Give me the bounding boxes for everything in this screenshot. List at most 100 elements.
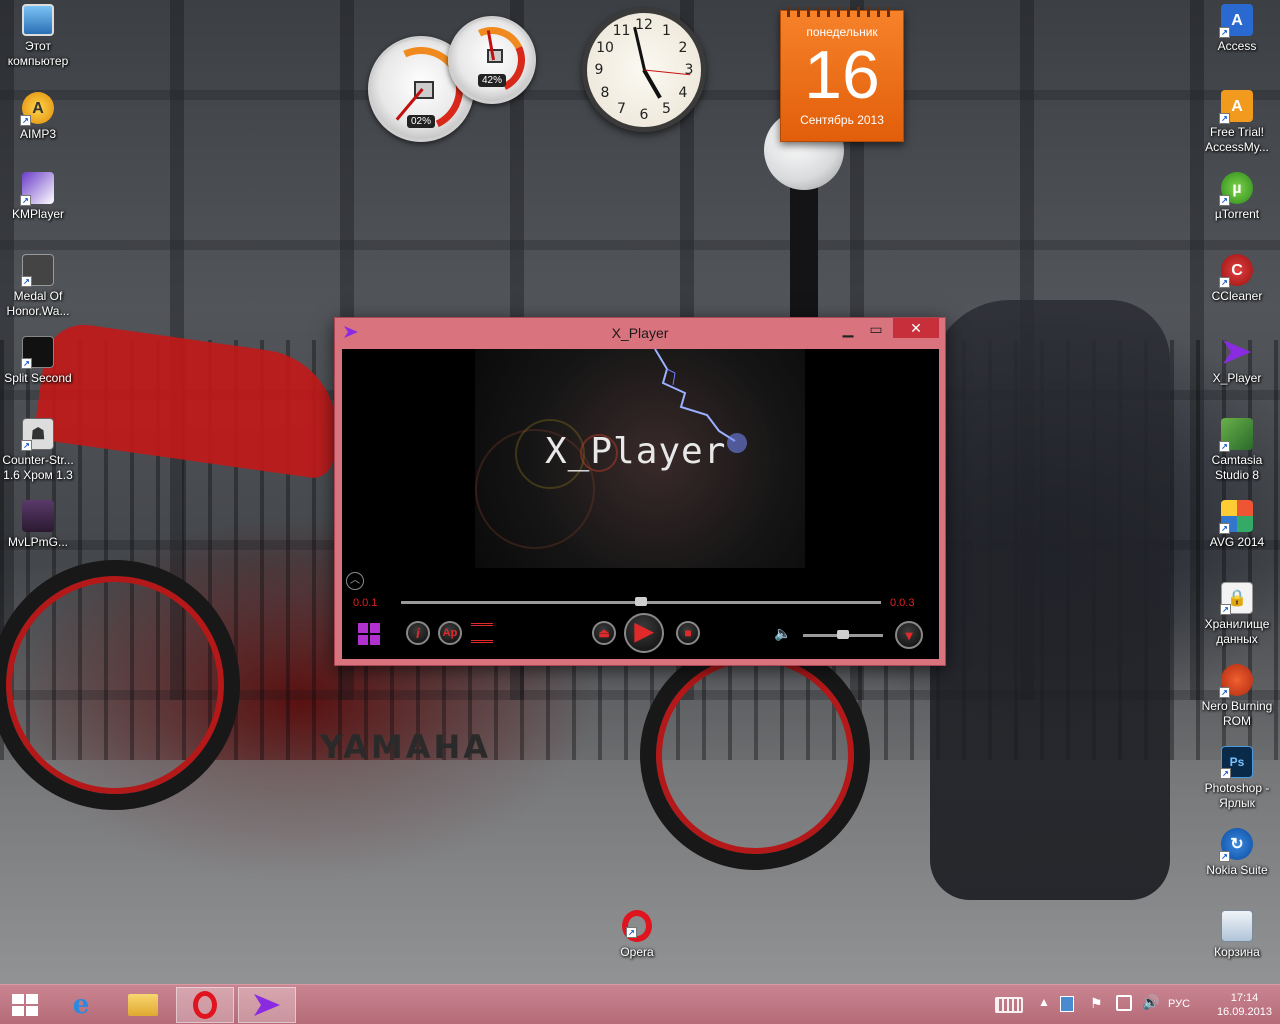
avg-icon: ↗ <box>1219 500 1253 534</box>
desktop-icon-nero[interactable]: ↗ Nero Burning ROM <box>1199 664 1275 729</box>
camtasia-icon: ↗ <box>1219 418 1253 452</box>
play-button[interactable]: ▶ <box>624 613 664 653</box>
desktop-icon-camtasia[interactable]: ↗ Camtasia Studio 8 <box>1199 418 1275 483</box>
desktop-icon-opera[interactable]: ↗ Opera <box>599 910 675 960</box>
desktop-icon-storage[interactable]: 🔒 ↗ Хранилище данных <box>1199 582 1275 647</box>
desktop-icon-kmplayer[interactable]: ↗ KMPlayer <box>0 172 76 222</box>
desktop-icon-utorrent[interactable]: µ ↗ µTorrent <box>1199 172 1275 222</box>
clock-gadget[interactable]: 12 1 2 3 4 5 6 7 8 9 10 11 <box>582 8 706 132</box>
desktop-icon-counter-strike[interactable]: ☗ ↗ Counter-Str... 1.6 Хром 1.3 <box>0 418 76 483</box>
kmplayer-icon: ↗ <box>20 172 54 206</box>
nero-icon: ↗ <box>1219 664 1253 698</box>
show-hidden-icons[interactable]: ▲ <box>1038 995 1050 1009</box>
settings-triangle-button[interactable]: ▾ <box>895 621 923 649</box>
desktop-icon-avg[interactable]: ↗ AVG 2014 <box>1199 500 1275 550</box>
counter-strike-icon: ☗ ↗ <box>21 418 54 451</box>
split-second-icon: ↗ <box>21 336 54 369</box>
photoshop-icon: Ps ↗ <box>1220 746 1253 779</box>
recycle-bin-icon <box>1221 910 1253 942</box>
desktop-icon-this-pc[interactable]: Этот компьютер <box>0 4 76 69</box>
desktop-icon-nokia-suite[interactable]: ↻ ↗ Nokia Suite <box>1199 828 1275 878</box>
tray-app-icon[interactable] <box>1060 996 1074 1012</box>
utorrent-icon: µ ↗ <box>1219 172 1253 206</box>
elapsed-time: 0.0.1 <box>353 597 378 609</box>
desktop-icon-accessmy[interactable]: A ↗ Free Trial! AccessMy... <box>1199 90 1275 155</box>
clock-numeral: 8 <box>600 84 610 101</box>
taskbar-opera[interactable] <box>176 987 234 1023</box>
clock-numeral: 6 <box>639 107 649 123</box>
ccleaner-icon: C ↗ <box>1219 254 1253 288</box>
desktop-icon-access[interactable]: A ↗ Access <box>1199 4 1275 54</box>
video-logo-text: X_Player <box>545 431 727 472</box>
desktop-icon-mvlpmg[interactable]: MvLPmG... <box>0 500 76 550</box>
close-button[interactable]: ✕ <box>893 318 939 338</box>
clock-numeral: 3 <box>684 62 694 78</box>
desktop-icon-recycle-bin[interactable]: Корзина <box>1199 910 1275 960</box>
memory-gauge-gadget[interactable]: 42% <box>448 16 536 104</box>
desktop-icon-aimp3[interactable]: A ↗ AIMP3 <box>0 92 76 142</box>
player-window[interactable]: X_Player ▁ ▭ ✕ X_Player ︿ 0.0.1 0.0.3 i … <box>334 317 946 666</box>
clock-numeral: 11 <box>612 23 631 40</box>
calendar-day: 16 <box>804 37 880 113</box>
clock-numeral: 12 <box>635 17 653 33</box>
volume-tray-icon[interactable]: 🔊 <box>1142 994 1159 1011</box>
taskbar-time: 17:14 <box>1230 992 1259 1004</box>
storage-icon: 🔒 ↗ <box>1220 582 1253 615</box>
network-icon[interactable] <box>1116 995 1132 1011</box>
touch-keyboard-icon[interactable] <box>995 997 1023 1013</box>
volume-slider[interactable] <box>803 630 883 639</box>
aimp-icon: A ↗ <box>20 92 54 126</box>
volume-thumb[interactable] <box>837 630 849 639</box>
eject-button[interactable]: ⏏ <box>592 621 616 645</box>
maximize-button[interactable]: ▭ <box>863 319 889 339</box>
ie-icon: e <box>72 990 90 1020</box>
clock-numeral: 2 <box>678 39 688 56</box>
action-center-flag-icon[interactable]: ⚑ <box>1090 995 1103 1012</box>
info-button[interactable]: i <box>406 621 430 645</box>
windows-menu-icon[interactable] <box>358 623 380 645</box>
accessmy-icon: A ↗ <box>1219 90 1253 124</box>
memory-chip-icon <box>487 49 503 63</box>
taskbar-ie[interactable]: e <box>52 987 110 1023</box>
expand-playlist-button[interactable]: ︿ <box>346 572 364 590</box>
medal-of-honor-icon: ↗ <box>21 254 54 287</box>
seek-thumb[interactable] <box>635 597 647 606</box>
desktop-icon-split-second[interactable]: ↗ Split Second <box>0 336 76 386</box>
start-button[interactable] <box>12 994 38 1016</box>
total-time: 0.0.3 <box>890 597 915 609</box>
taskbar: e ▲ ⚑ 🔊 РУС 17:14 16.09.2013 <box>0 984 1280 1024</box>
stop-button[interactable]: ■ <box>676 621 700 645</box>
clock-numeral: 7 <box>617 100 626 117</box>
taskbar-explorer[interactable] <box>114 987 172 1023</box>
subtitles-button[interactable]: Ap <box>438 621 462 645</box>
volume-icon[interactable]: 🔈 <box>774 625 791 642</box>
calendar-gadget[interactable]: понедельник 16 Сентябрь 2013 <box>780 7 904 142</box>
desktop-icon-medal-of-honor[interactable]: ↗ Medal Of Honor.Wa... <box>0 254 76 319</box>
xplayer-icon <box>1221 336 1253 368</box>
clock-numeral: 1 <box>662 23 671 40</box>
playlist-icon[interactable] <box>471 623 493 643</box>
video-area[interactable]: X_Player <box>475 349 805 568</box>
xplayer-taskbar-icon <box>254 994 280 1016</box>
opera-taskbar-icon <box>193 991 217 1019</box>
calendar-month-year: Сентябрь 2013 <box>800 113 884 127</box>
calendar-rings <box>787 7 897 17</box>
desktop-icon-photoshop[interactable]: Ps ↗ Photoshop - Ярлык <box>1199 746 1275 811</box>
taskbar-xplayer[interactable] <box>238 987 296 1023</box>
memory-percent: 42% <box>477 74 507 87</box>
title-bar[interactable]: X_Player ▁ ▭ ✕ <box>335 318 945 348</box>
access-icon: A ↗ <box>1219 4 1253 38</box>
taskbar-clock[interactable]: 17:14 16.09.2013 <box>1217 991 1272 1019</box>
game-icon <box>22 500 54 532</box>
nokia-suite-icon: ↻ ↗ <box>1219 828 1253 862</box>
language-indicator[interactable]: РУС <box>1168 998 1190 1010</box>
seek-bar[interactable] <box>401 597 881 606</box>
desktop-icon-xplayer[interactable]: X_Player <box>1199 336 1275 386</box>
opera-icon: ↗ <box>622 910 652 942</box>
player-client-area: X_Player ︿ 0.0.1 0.0.3 i Ap ⏏ ▶ ■ 🔈 ▾ <box>342 349 939 659</box>
clock-numeral: 9 <box>594 62 604 78</box>
desktop-icon-ccleaner[interactable]: C ↗ CCleaner <box>1199 254 1275 304</box>
cpu-percent: 02% <box>406 115 436 128</box>
folder-icon <box>128 994 158 1016</box>
minimize-button[interactable]: ▁ <box>835 319 861 339</box>
